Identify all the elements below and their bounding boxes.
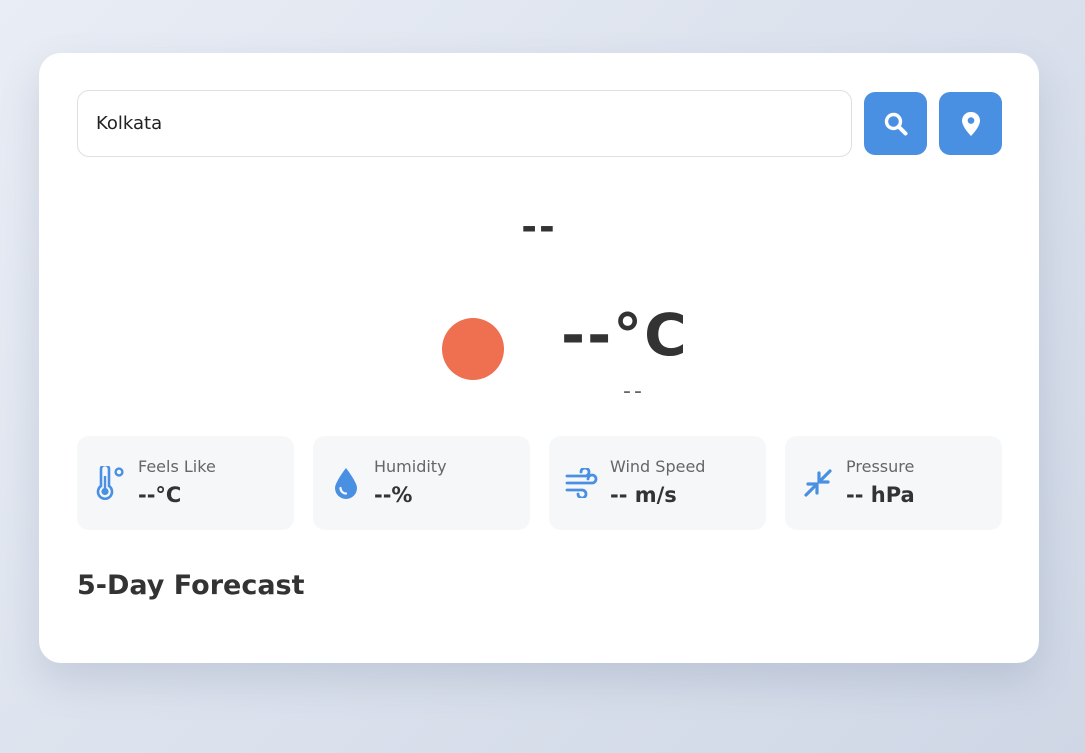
humidity-card: Humidity --% [313,436,530,530]
search-bar [77,90,1002,157]
pressure-label: Pressure [846,456,915,476]
feels-like-label: Feels Like [138,456,216,476]
compress-icon [801,466,835,500]
humidity-value: --% [374,482,413,507]
forecast-title: 5-Day Forecast [77,570,305,601]
humidity-label: Humidity [374,456,447,476]
weather-card: -- --°C -- Feels Like --°C [39,53,1039,663]
city-name: -- [521,205,557,249]
feels-like-value: --°C [138,482,182,507]
location-pin-icon [961,111,980,136]
current-temperature: --°C [561,301,689,369]
weather-description: -- [623,379,645,404]
pressure-value: -- hPa [846,482,915,507]
search-button[interactable] [864,92,927,155]
weather-details: Feels Like --°C Humidity --% Wind Speed … [77,436,1002,530]
wind-icon [565,466,599,500]
wind-speed-card: Wind Speed -- m/s [549,436,766,530]
pressure-card: Pressure -- hPa [785,436,1002,530]
search-icon [884,112,907,135]
wind-speed-label: Wind Speed [610,456,706,476]
water-drop-icon [329,466,363,500]
city-search-input[interactable] [77,90,852,157]
location-button[interactable] [939,92,1002,155]
wind-speed-value: -- m/s [610,482,677,507]
feels-like-card: Feels Like --°C [77,436,294,530]
sun-icon [442,318,504,380]
thermometer-icon [93,466,127,500]
current-weather: --°C -- [39,301,1039,411]
